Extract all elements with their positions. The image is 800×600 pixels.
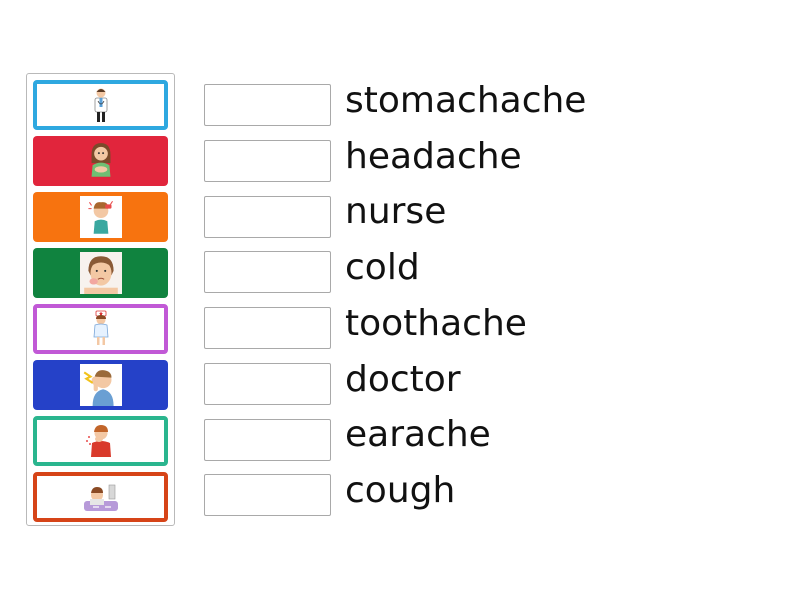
picture-card-3[interactable] <box>33 192 168 242</box>
picture-card-6[interactable] <box>33 360 168 410</box>
drop-slot-headache[interactable] <box>204 140 331 182</box>
word-label: doctor <box>345 359 461 400</box>
word-label: cold <box>345 247 420 288</box>
stomachache-picture-icon <box>80 140 122 182</box>
cough-picture-icon <box>80 421 121 461</box>
word-label: toothache <box>345 303 527 344</box>
cold-picture-icon <box>80 477 121 517</box>
picture-card-4[interactable] <box>33 248 168 298</box>
picture-card-8[interactable] <box>33 472 168 522</box>
picture-card-tray <box>26 73 175 526</box>
earache-picture-icon <box>79 364 122 406</box>
word-label: stomachache <box>345 80 587 121</box>
word-label: earache <box>345 414 491 455</box>
drop-slot-earache[interactable] <box>204 419 331 461</box>
picture-card-5[interactable] <box>33 304 168 354</box>
nurse-picture-icon <box>80 309 121 349</box>
headache-picture-icon <box>79 196 122 238</box>
drop-slot-nurse[interactable] <box>204 196 331 238</box>
picture-card-1[interactable] <box>33 80 168 130</box>
picture-card-2[interactable] <box>33 136 168 186</box>
drop-slot-cold[interactable] <box>204 251 331 293</box>
word-label: cough <box>345 470 456 511</box>
drop-slot-toothache[interactable] <box>204 307 331 349</box>
word-label: nurse <box>345 191 447 232</box>
drop-slot-stomachache[interactable] <box>204 84 331 126</box>
toothache-picture-icon <box>79 252 122 294</box>
picture-card-7[interactable] <box>33 416 168 466</box>
drop-slot-cough[interactable] <box>204 474 331 516</box>
doctor-picture-icon <box>80 85 121 125</box>
word-label: headache <box>345 136 522 177</box>
drop-slot-doctor[interactable] <box>204 363 331 405</box>
